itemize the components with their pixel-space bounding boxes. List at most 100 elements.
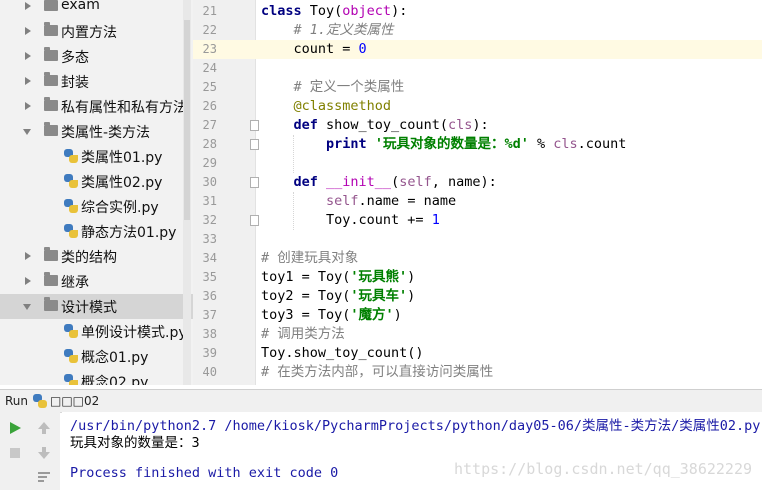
tree-folder[interactable]: 内置方法 — [0, 19, 193, 44]
scrollbar-thumb[interactable] — [184, 20, 190, 220]
tree-item-label: 静态方法01.py — [81, 225, 177, 241]
code-token: def — [293, 174, 327, 190]
tree-folder[interactable]: 继承 — [0, 269, 193, 294]
chevron-down-icon[interactable] — [23, 304, 31, 310]
tree-file[interactable]: 综合实例.py — [0, 194, 193, 219]
project-tree-scrollbar[interactable] — [183, 0, 191, 385]
chevron-down-icon[interactable] — [23, 129, 31, 135]
code-line[interactable]: 31 self.name = name — [193, 192, 762, 211]
code-line[interactable]: 26 @classmethod — [193, 97, 762, 116]
code-token: self — [326, 193, 359, 209]
code-line[interactable]: 33 — [193, 230, 762, 249]
tree-file[interactable]: 单例设计模式.py — [0, 319, 193, 344]
tree-folder[interactable]: 封装 — [0, 69, 193, 94]
code-token: cls — [553, 136, 578, 152]
code-text: def __init__(self, name): — [261, 173, 497, 192]
fold-marker-icon[interactable] — [250, 215, 259, 226]
code-text: # 1.定义类属性 — [261, 21, 394, 40]
tree-file[interactable]: 类属性02.py — [0, 169, 193, 194]
tree-file[interactable]: 概念02.py — [0, 369, 193, 385]
soft-wrap-icon[interactable] — [36, 469, 52, 485]
code-line[interactable]: 40 # 在类方法内部，可以直接访问类属性 — [193, 363, 762, 382]
code-token: def — [293, 117, 327, 133]
tree-item-label: 类属性01.py — [81, 150, 163, 166]
tree-folder[interactable]: exam — [0, 0, 193, 19]
chevron-right-icon[interactable] — [25, 252, 31, 260]
tree-file[interactable]: 概念01.py — [0, 344, 193, 369]
tree-folder[interactable]: 类属性-类方法 — [0, 119, 193, 144]
tree-folder[interactable]: 多态 — [0, 44, 193, 69]
code-text: class Toy(object): — [261, 2, 407, 21]
line-number: 25 — [202, 80, 217, 94]
code-line[interactable]: 29 — [193, 154, 762, 173]
code-line[interactable]: 22 # 1.定义类属性 — [193, 21, 762, 40]
chevron-right-icon[interactable] — [25, 77, 31, 85]
tree-item-label: 私有属性和私有方法 — [61, 100, 187, 116]
tree-folder[interactable]: 私有属性和私有方法 — [0, 94, 193, 119]
python-file-icon — [33, 394, 47, 408]
code-text: toy2 = Toy('玩具车') — [261, 287, 415, 306]
code-line[interactable]: 34 # 创建玩具对象 — [193, 249, 762, 268]
code-token: '玩具熊' — [350, 269, 408, 285]
code-line[interactable]: 35 toy1 = Toy('玩具熊') — [193, 268, 762, 287]
tree-folder[interactable]: 类的结构 — [0, 244, 193, 269]
code-line[interactable]: 23 count = 0 — [193, 40, 762, 59]
code-line[interactable]: 37 toy3 = Toy('魔方') — [193, 306, 762, 325]
python-file-icon — [64, 349, 78, 363]
code-line[interactable]: 28 print '玩具对象的数量是：%d' % cls.count — [193, 135, 762, 154]
folder-icon — [44, 272, 58, 286]
line-number: 23 — [202, 42, 217, 56]
tree-file[interactable]: 类属性01.py — [0, 144, 193, 169]
stop-icon[interactable] — [7, 445, 23, 461]
code-line[interactable]: 24 — [193, 59, 762, 78]
code-line[interactable]: 25 # 定义一个类属性 — [193, 78, 762, 97]
scroll-down-icon[interactable] — [36, 445, 52, 461]
code-token: toy3 = Toy( — [261, 307, 351, 323]
chevron-right-icon[interactable] — [25, 102, 31, 110]
folder-icon — [44, 297, 58, 311]
tree-item-label: exam — [61, 0, 100, 13]
code-token: Toy.show_toy_count() — [261, 345, 424, 361]
code-token: ): — [472, 117, 489, 133]
code-token: ) — [407, 288, 416, 304]
run-config-tab[interactable]: □□□02 — [50, 394, 99, 408]
code-line[interactable]: 30 def __init__(self, name): — [193, 173, 762, 192]
fold-marker-icon[interactable] — [250, 139, 259, 150]
folder-icon — [44, 0, 58, 11]
scroll-up-icon[interactable] — [36, 420, 52, 436]
code-line[interactable]: 39 Toy.show_toy_count() — [193, 344, 762, 363]
chevron-right-icon[interactable] — [25, 52, 31, 60]
folder-icon — [44, 72, 58, 86]
tree-item-label: 概念02.py — [81, 375, 149, 385]
run-panel-header: Run □□□02 — [0, 389, 762, 413]
line-number: 38 — [202, 327, 217, 341]
code-text: # 创建玩具对象 — [261, 249, 358, 268]
code-token: __init__ — [326, 174, 392, 190]
chevron-right-icon[interactable] — [25, 2, 31, 10]
fold-marker-icon[interactable] — [250, 120, 259, 131]
code-line[interactable]: 27 def show_toy_count(cls): — [193, 116, 762, 135]
chevron-right-icon[interactable] — [25, 27, 31, 35]
code-text: Toy.show_toy_count() — [261, 344, 424, 363]
code-line[interactable]: 32 Toy.count += 1 — [193, 211, 762, 230]
code-line[interactable]: 21 class Toy(object): — [193, 2, 762, 21]
chevron-right-icon[interactable] — [25, 277, 31, 285]
code-line[interactable]: 38 # 调用类方法 — [193, 325, 762, 344]
code-token: '魔方' — [350, 307, 394, 323]
run-console[interactable]: /usr/bin/python2.7 /home/kiosk/PycharmPr… — [62, 412, 762, 490]
fold-marker-icon[interactable] — [250, 177, 259, 188]
project-tree: exam 内置方法 多态 封装私有属性和私有方法类属性-类方法类属性01.py 类属性0… — [0, 0, 193, 385]
rerun-icon[interactable] — [7, 420, 23, 436]
tree-file[interactable]: 静态方法01.py — [0, 219, 193, 244]
tree-item-label: 综合实例.py — [81, 200, 159, 216]
code-editor[interactable]: 21 class Toy(object): 22 # 1.定义类属性 23 count… — [193, 0, 762, 385]
code-text: Toy.count += 1 — [261, 211, 440, 230]
code-token: class — [261, 3, 310, 19]
line-number: 24 — [202, 61, 217, 75]
code-line[interactable]: 36 toy2 = Toy('玩具车') — [193, 287, 762, 306]
code-token: self — [399, 174, 432, 190]
tree-folder[interactable]: 设计模式 — [0, 294, 193, 319]
line-number: 35 — [202, 270, 217, 284]
